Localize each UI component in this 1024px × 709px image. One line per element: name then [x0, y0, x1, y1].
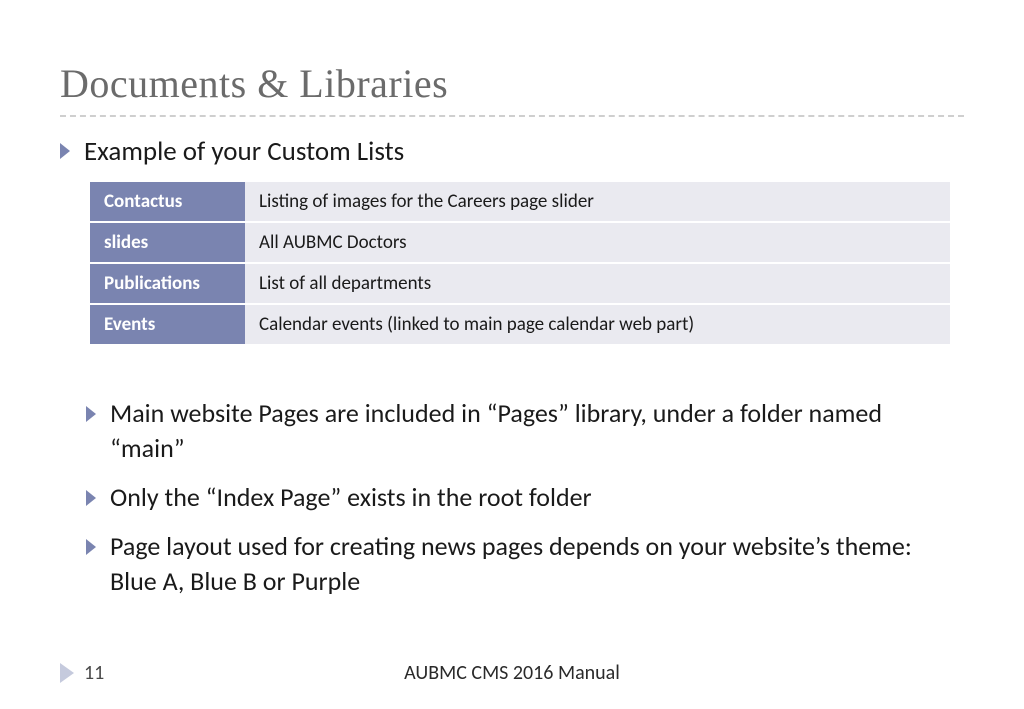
- arrow-right-icon: [86, 539, 96, 555]
- table-row: Publications List of all departments: [90, 263, 950, 304]
- custom-lists-table: Contactus Listing of images for the Care…: [90, 182, 964, 346]
- bullet-text: Page layout used for creating news pages…: [110, 529, 930, 599]
- table-label: Events: [90, 304, 245, 345]
- bullet-item: Main website Pages are included in “Page…: [86, 396, 964, 466]
- slide-footer: 11 AUBMC CMS 2016 Manual: [0, 661, 1024, 685]
- table-desc: All AUBMC Doctors: [245, 222, 950, 263]
- table-label: Publications: [90, 263, 245, 304]
- slide-title: Documents & Libraries: [60, 60, 964, 107]
- table-row: Contactus Listing of images for the Care…: [90, 182, 950, 222]
- arrow-right-icon: [86, 490, 96, 506]
- bullet-list: Main website Pages are included in “Page…: [86, 396, 964, 599]
- section-heading: Example of your Custom Lists: [84, 135, 404, 168]
- table-label: slides: [90, 222, 245, 263]
- table-desc: Listing of images for the Careers page s…: [245, 182, 950, 222]
- slide-content: Documents & Libraries Example of your Cu…: [0, 0, 1024, 599]
- title-divider: [60, 115, 964, 117]
- table-row: Events Calendar events (linked to main p…: [90, 304, 950, 345]
- table-row: slides All AUBMC Doctors: [90, 222, 950, 263]
- table-label: Contactus: [90, 182, 245, 222]
- bullet-item: Page layout used for creating news pages…: [86, 529, 964, 599]
- footer-doc-title: AUBMC CMS 2016 Manual: [404, 661, 620, 685]
- arrow-right-icon: [60, 143, 70, 159]
- bullet-item: Only the “Index Page” exists in the root…: [86, 480, 964, 515]
- page-number: 11: [84, 661, 104, 685]
- bullet-text: Only the “Index Page” exists in the root…: [110, 480, 592, 515]
- table-desc: Calendar events (linked to main page cal…: [245, 304, 950, 345]
- bullet-text: Main website Pages are included in “Page…: [110, 396, 930, 466]
- arrow-right-icon: [86, 406, 96, 422]
- table-desc: List of all departments: [245, 263, 950, 304]
- arrow-right-icon: [60, 663, 74, 683]
- section-heading-row: Example of your Custom Lists: [60, 135, 964, 168]
